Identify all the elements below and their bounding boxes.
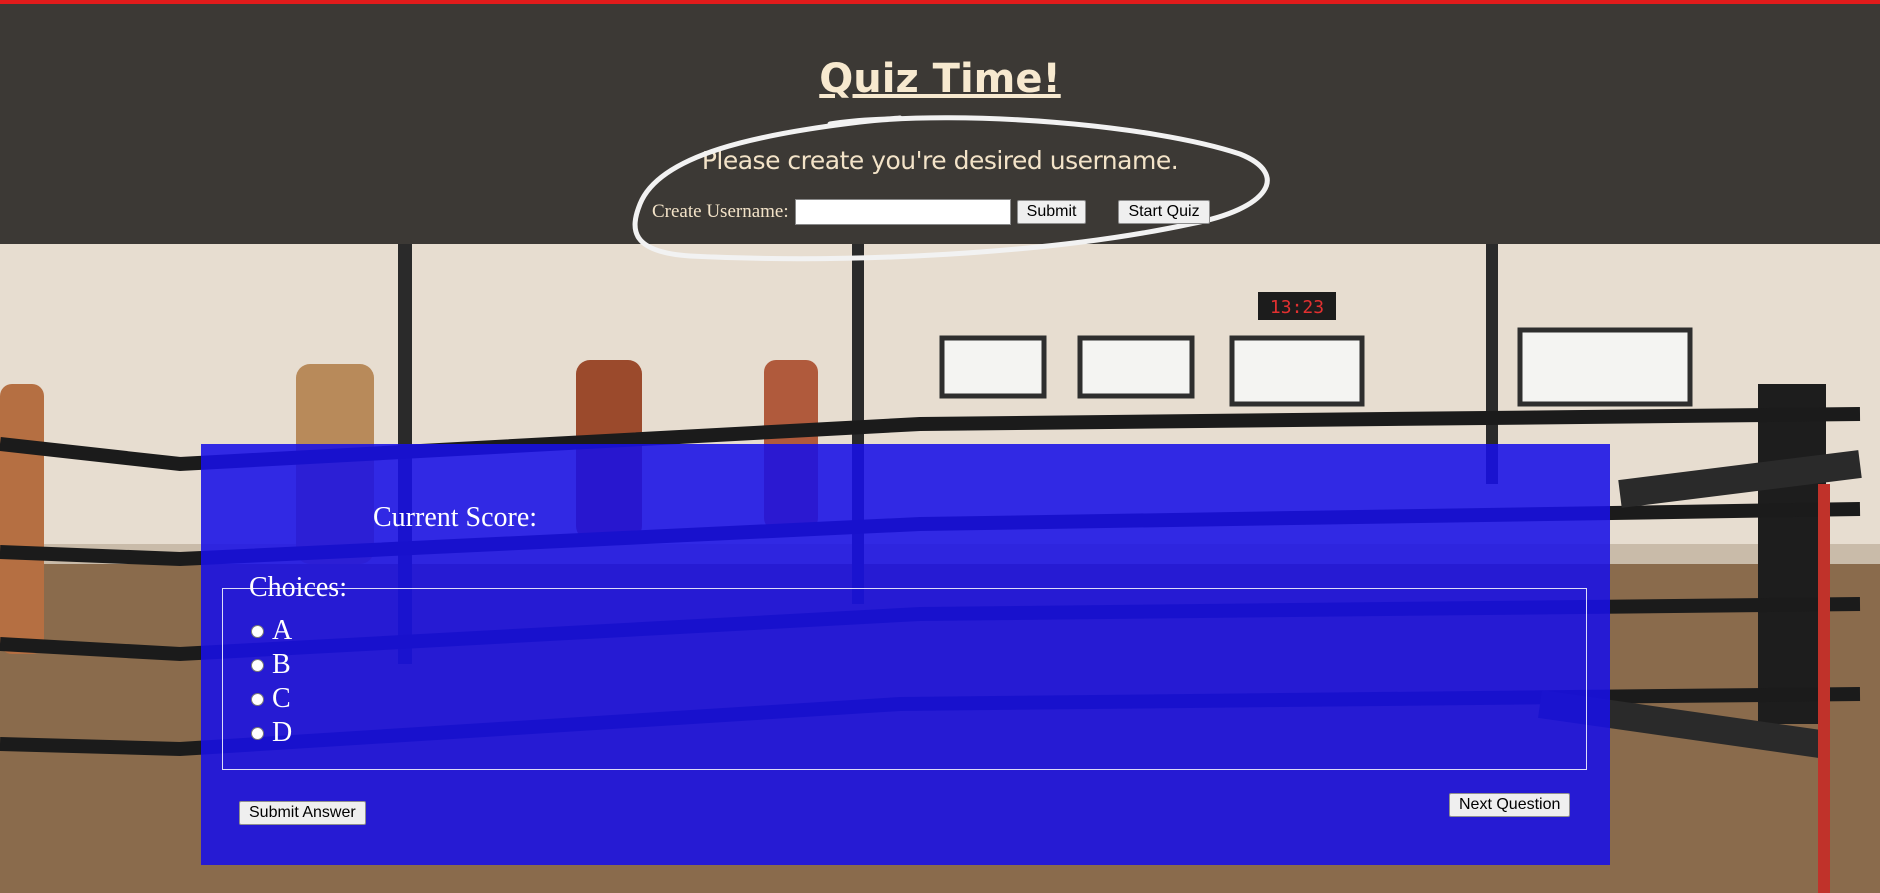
- page-title: Quiz Time!: [819, 56, 1061, 102]
- choice-b-radio[interactable]: [251, 658, 264, 672]
- username-input[interactable]: [794, 199, 1011, 225]
- wall-clock-text: 13:23: [1270, 297, 1324, 318]
- choice-c-radio[interactable]: [251, 692, 264, 706]
- choice-option-a[interactable]: A: [251, 615, 292, 647]
- choice-option-b[interactable]: B: [251, 649, 291, 681]
- username-label: Create Username:: [652, 201, 789, 222]
- choice-a-label: A: [272, 615, 293, 646]
- quiz-panel: Current Score: Choices: A B C D Submit A…: [201, 444, 1610, 865]
- choice-option-d[interactable]: D: [251, 717, 292, 749]
- choice-d-radio[interactable]: [251, 726, 264, 740]
- next-question-button[interactable]: Next Question: [1449, 793, 1571, 817]
- choice-d-label: D: [272, 717, 293, 748]
- choice-a-radio[interactable]: [251, 624, 264, 638]
- submit-answer-button[interactable]: Submit Answer: [239, 801, 366, 825]
- choice-b-label: B: [272, 649, 291, 680]
- username-form: Create Username: Submit Start Quiz: [652, 198, 1210, 226]
- choice-c-label: C: [272, 683, 291, 714]
- choices-legend: Choices:: [249, 572, 347, 603]
- submit-username-button[interactable]: Submit: [1016, 200, 1087, 224]
- current-score-label: Current Score:: [373, 502, 538, 533]
- start-quiz-button[interactable]: Start Quiz: [1118, 200, 1210, 224]
- username-prompt: Please create you're desired username.: [701, 146, 1179, 175]
- choice-option-c[interactable]: C: [251, 683, 291, 715]
- choices-fieldset: Choices: A B C D: [222, 572, 1587, 770]
- hand-drawn-circle-annotation: [632, 115, 1270, 262]
